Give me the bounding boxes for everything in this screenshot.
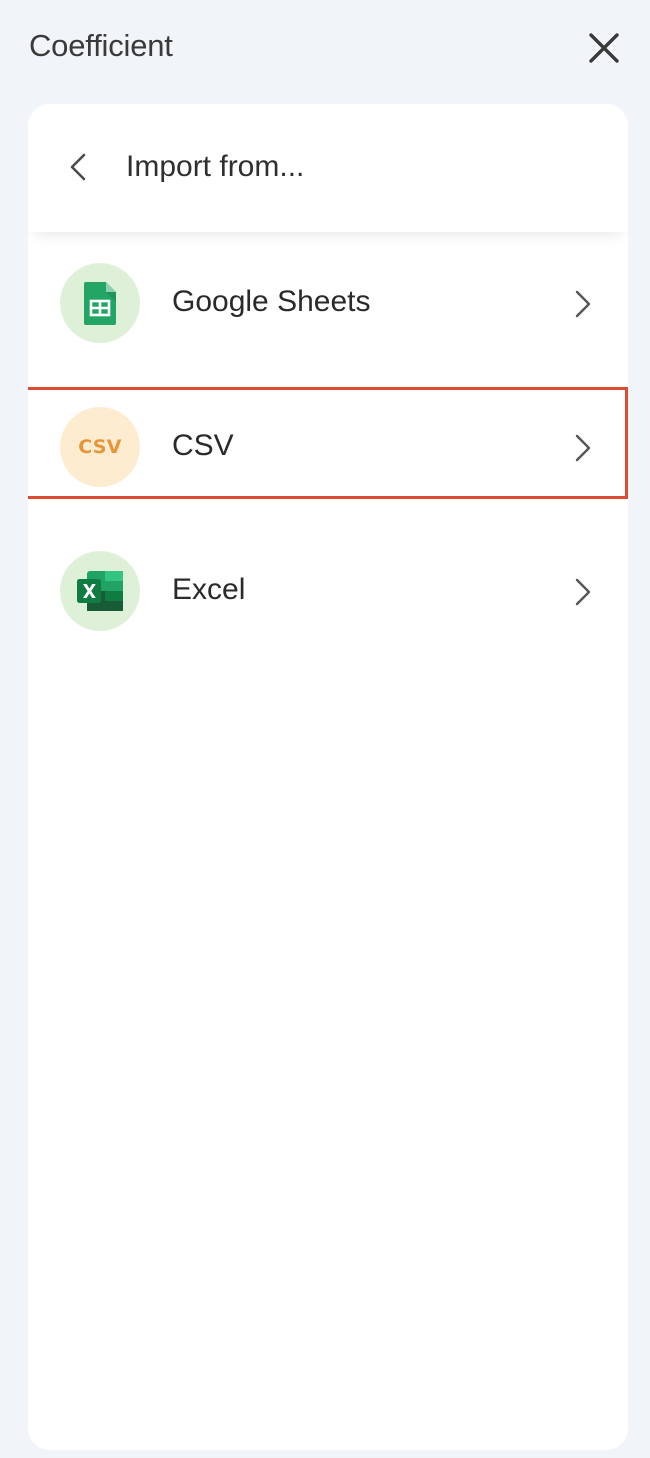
google-sheets-icon xyxy=(84,282,116,325)
close-button[interactable] xyxy=(586,30,622,66)
chevron-left-icon xyxy=(70,153,86,181)
source-item-google-sheets[interactable]: Google Sheets xyxy=(28,248,628,360)
source-label-google-sheets: Google Sheets xyxy=(172,285,371,318)
source-item-csv[interactable]: CSV CSV xyxy=(28,387,628,504)
csv-icon: CSV xyxy=(78,436,122,458)
source-item-excel[interactable]: Excel xyxy=(28,536,628,648)
app-title: Coefficient xyxy=(29,28,173,63)
back-button[interactable] xyxy=(64,150,94,184)
excel-icon xyxy=(77,571,123,611)
panel-title: Import from... xyxy=(126,150,305,183)
chevron-right-icon xyxy=(572,433,594,463)
source-icon-badge: CSV xyxy=(60,407,140,487)
close-icon xyxy=(589,33,619,63)
chevron-right-icon xyxy=(572,577,594,607)
source-icon-badge xyxy=(60,263,140,343)
chevron-right-icon xyxy=(572,289,594,319)
source-label-excel: Excel xyxy=(172,573,246,606)
source-icon-badge xyxy=(60,551,140,631)
import-panel: Import from... Google Sheets CSV CSV Exc… xyxy=(28,104,628,1450)
app-header: Coefficient xyxy=(0,0,650,96)
panel-header: Import from... xyxy=(28,104,628,232)
source-label-csv: CSV xyxy=(172,429,234,462)
